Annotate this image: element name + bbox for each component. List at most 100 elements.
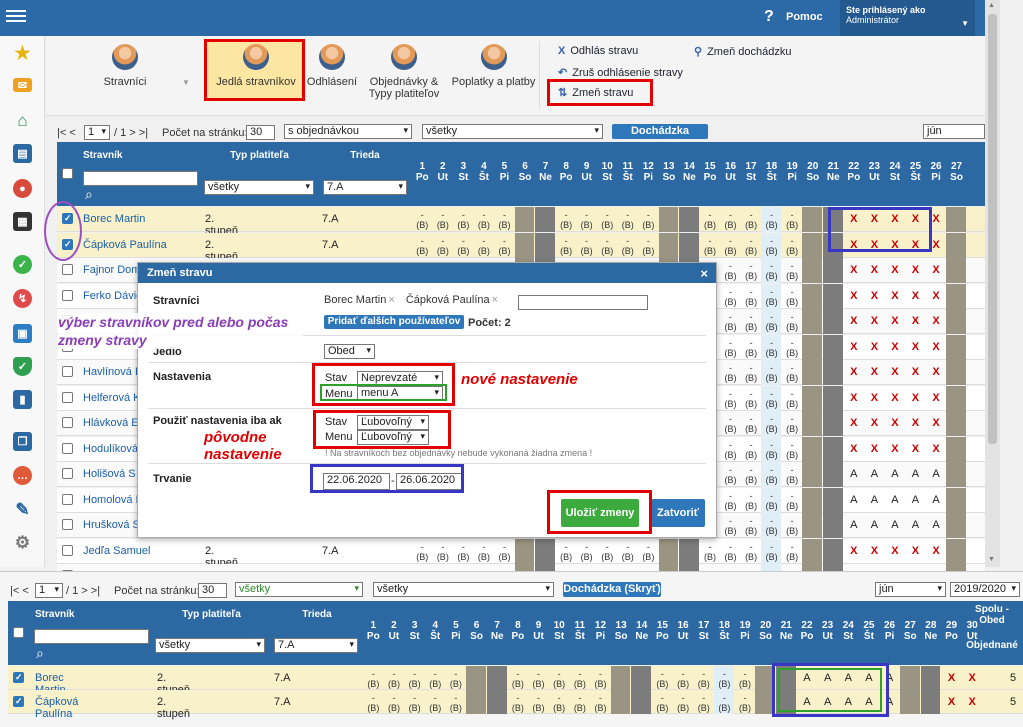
day-cell[interactable]: -(B) xyxy=(782,287,803,307)
day-header[interactable]: 30 Ut xyxy=(962,620,983,642)
day-cell[interactable]: -(B) xyxy=(741,516,762,536)
day-cell[interactable]: X xyxy=(926,418,947,429)
day-header[interactable]: 10 St xyxy=(597,161,618,183)
per-page-input[interactable]: 30 xyxy=(246,125,275,140)
pager-nav[interactable]: |< < xyxy=(57,127,76,139)
day-cell[interactable]: A xyxy=(926,520,947,531)
day-cell[interactable]: -(B) xyxy=(782,516,803,536)
day-header[interactable]: 25 Št xyxy=(905,161,926,183)
day-cell[interactable]: -(B) xyxy=(714,669,735,689)
day-header[interactable]: 9 Ut xyxy=(528,620,549,642)
day-cell[interactable]: X xyxy=(885,290,906,301)
gear-icon[interactable]: ⚙ xyxy=(13,533,32,552)
bottom-name-search[interactable] xyxy=(34,629,149,644)
day-cell[interactable]: X xyxy=(926,545,947,556)
day-cell[interactable]: X xyxy=(844,341,865,352)
select-all-checkbox[interactable] xyxy=(62,168,73,179)
day-cell[interactable]: -(B) xyxy=(528,693,549,713)
day-cell[interactable]: -(B) xyxy=(741,363,762,383)
day-cell[interactable]: -(B) xyxy=(453,236,474,256)
day-cell[interactable]: -(B) xyxy=(741,312,762,332)
day-cell[interactable]: -(B) xyxy=(782,261,803,281)
day-cell[interactable]: -(B) xyxy=(700,236,721,256)
day-cell[interactable]: -(B) xyxy=(693,693,714,713)
attendance-toggle-button[interactable]: Dochádzka (Skryť) xyxy=(612,124,708,152)
day-cell[interactable]: A xyxy=(864,469,885,480)
day-cell[interactable]: -(B) xyxy=(570,669,591,689)
day-cell[interactable]: -(B) xyxy=(508,693,529,713)
day-cell[interactable]: A xyxy=(926,469,947,480)
day-cell[interactable]: -(B) xyxy=(741,261,762,281)
day-cell[interactable]: -(B) xyxy=(720,516,741,536)
day-cell[interactable]: A xyxy=(885,469,906,480)
bottom-trieda-filter[interactable]: 7.A ▾ xyxy=(274,638,358,653)
day-cell[interactable]: -(B) xyxy=(673,669,694,689)
day-cell[interactable]: -(B) xyxy=(412,236,433,256)
day-header[interactable]: 11 Št xyxy=(570,620,591,642)
tag-capkova[interactable]: Čápková Paulína × xyxy=(406,294,498,306)
row-checkbox[interactable] xyxy=(62,391,73,403)
day-header[interactable]: 23 Ut xyxy=(864,161,885,183)
day-cell[interactable]: -(B) xyxy=(741,440,762,460)
day-cell[interactable]: -(B) xyxy=(782,491,803,511)
day-header[interactable]: 19 Pi xyxy=(735,620,756,642)
day-cell[interactable]: X xyxy=(864,265,885,276)
order-filter[interactable]: s objednávkou ▾ xyxy=(284,124,412,139)
day-cell[interactable]: -(B) xyxy=(597,542,618,562)
day-cell[interactable]: -(B) xyxy=(412,542,433,562)
bottom-per-page-input[interactable]: 30 xyxy=(198,583,227,598)
check-icon[interactable]: ✓ xyxy=(13,255,32,274)
tag-borec[interactable]: Borec Martin × xyxy=(324,294,395,306)
day-cell[interactable]: -(B) xyxy=(384,693,405,713)
day-cell[interactable]: -(B) xyxy=(720,338,741,358)
book-icon[interactable]: ▤ xyxy=(13,144,32,163)
user-icon[interactable]: ● xyxy=(13,179,32,198)
day-header[interactable]: 20 So xyxy=(802,161,823,183)
day-cell[interactable]: X xyxy=(941,697,962,708)
day-cell[interactable]: A xyxy=(864,494,885,505)
day-cell[interactable]: X xyxy=(926,443,947,454)
day-cell[interactable]: -(B) xyxy=(741,542,762,562)
row-checkbox[interactable] xyxy=(13,696,24,707)
day-cell[interactable]: -(B) xyxy=(556,236,577,256)
day-cell[interactable]: -(B) xyxy=(761,236,782,256)
day-cell[interactable]: -(B) xyxy=(693,669,714,689)
day-cell[interactable]: -(B) xyxy=(549,669,570,689)
day-header[interactable]: 16 Ut xyxy=(720,161,741,183)
day-header[interactable]: 22 Po xyxy=(844,161,865,183)
remove-tag-icon[interactable]: × xyxy=(388,294,394,306)
bar-chart-icon[interactable]: ▮ xyxy=(13,390,32,409)
day-header[interactable]: 27 So xyxy=(946,161,967,183)
day-cell[interactable]: X xyxy=(905,316,926,327)
day-cell[interactable]: X xyxy=(885,545,906,556)
day-cell[interactable]: X xyxy=(885,418,906,429)
day-cell[interactable]: -(B) xyxy=(735,669,756,689)
status-filter[interactable]: všetky ▾ xyxy=(422,124,603,139)
row-checkbox[interactable] xyxy=(62,442,73,454)
day-cell[interactable]: -(B) xyxy=(474,236,495,256)
day-header[interactable]: 21 Ne xyxy=(823,161,844,183)
day-cell[interactable]: -(B) xyxy=(412,210,433,230)
stravnik-name[interactable]: Čápková Paulína xyxy=(83,239,198,251)
day-cell[interactable]: X xyxy=(844,545,865,556)
day-header[interactable]: 25 Št xyxy=(859,620,880,642)
day-header[interactable]: 1 Po xyxy=(363,620,384,642)
user-menu[interactable]: Ste prihlásený ako Administrátor ▼ xyxy=(840,0,975,36)
day-cell[interactable]: -(B) xyxy=(384,669,405,689)
day-header[interactable]: 3 St xyxy=(404,620,425,642)
day-cell[interactable]: X xyxy=(926,265,947,276)
odhlas-stravu-action[interactable]: X Odhlás stravu xyxy=(558,45,638,57)
day-cell[interactable]: X xyxy=(864,341,885,352)
day-cell[interactable]: -(B) xyxy=(761,465,782,485)
day-cell[interactable]: X xyxy=(905,341,926,352)
day-header[interactable]: 27 So xyxy=(900,620,921,642)
day-cell[interactable]: -(B) xyxy=(782,440,803,460)
day-cell[interactable]: -(B) xyxy=(741,287,762,307)
day-header[interactable]: 19 Pi xyxy=(782,161,803,183)
day-header[interactable]: 12 Pi xyxy=(638,161,659,183)
day-cell[interactable]: X xyxy=(864,316,885,327)
day-cell[interactable]: X xyxy=(864,290,885,301)
day-header[interactable]: 28 Ne xyxy=(921,620,942,642)
open-book-icon[interactable]: ❐ xyxy=(13,432,32,451)
day-cell[interactable]: -(B) xyxy=(618,542,639,562)
